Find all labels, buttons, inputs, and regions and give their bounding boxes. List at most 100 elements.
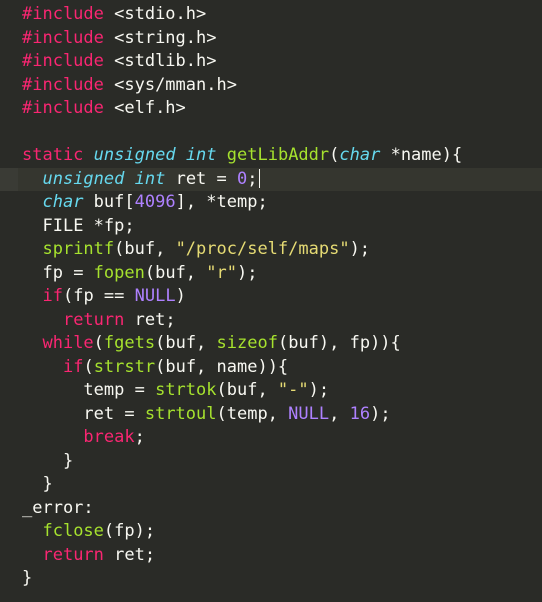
code-token-keyword: while bbox=[42, 333, 94, 353]
code-line[interactable]: if(fp == NULL) bbox=[0, 285, 542, 309]
code-token-keyword: #include bbox=[22, 51, 104, 71]
code-token-punct: <stdlib.h> bbox=[103, 51, 217, 71]
code-line[interactable]: } bbox=[0, 473, 542, 497]
code-token-punct: ; bbox=[134, 427, 145, 447]
code-line[interactable]: #include <elf.h> bbox=[0, 97, 542, 121]
code-token-punct: ( bbox=[329, 145, 340, 165]
code-token-punct bbox=[124, 169, 134, 189]
code-line[interactable]: char buf[4096], *temp; bbox=[0, 191, 542, 215]
code-token-keyword: break bbox=[83, 427, 135, 447]
code-line[interactable]: fclose(fp); bbox=[0, 520, 542, 544]
code-token-punct: ret = bbox=[165, 168, 237, 189]
code-line[interactable]: } bbox=[0, 567, 542, 591]
code-token-string: "r" bbox=[206, 262, 237, 283]
code-line[interactable]: _error: bbox=[0, 497, 542, 521]
code-token-punct: ) bbox=[175, 286, 186, 306]
code-token-keyword: #include bbox=[22, 4, 104, 24]
code-line[interactable]: ret = strtoul(temp, NULL, 16); bbox=[0, 403, 542, 427]
code-token-function: strtoul bbox=[144, 403, 217, 424]
code-line[interactable]: fp = fopen(buf, "r"); bbox=[0, 262, 542, 286]
code-token-number: 16 bbox=[349, 403, 371, 424]
code-token-type: int bbox=[185, 145, 217, 165]
code-token-type: unsigned bbox=[93, 145, 176, 165]
text-cursor bbox=[258, 169, 260, 188]
code-token-function: strtok bbox=[155, 380, 217, 400]
code-line[interactable]: while(fgets(buf, sizeof(buf), fp)){ bbox=[0, 332, 542, 356]
code-token-punct: temp = bbox=[83, 380, 156, 400]
code-token-number: 4096 bbox=[134, 192, 176, 212]
code-line[interactable]: sprintf(buf, "/proc/self/maps"); bbox=[0, 238, 542, 262]
code-token-string: "-" bbox=[277, 380, 309, 400]
code-token-string: "/proc/self/maps" bbox=[175, 239, 350, 259]
code-token-punct: ( bbox=[93, 333, 104, 353]
code-token-punct: } bbox=[22, 568, 33, 588]
code-editor[interactable]: #include <stdio.h> #include <string.h> #in… bbox=[0, 0, 542, 602]
code-token-punct: ret; bbox=[103, 544, 156, 565]
code-token-punct: (temp, bbox=[216, 403, 289, 424]
code-line[interactable]: #include <stdio.h> bbox=[0, 3, 542, 27]
code-token-function: strstr bbox=[93, 356, 156, 377]
code-line[interactable]: #include <string.h> bbox=[0, 27, 542, 51]
code-token-punct: ); bbox=[349, 239, 371, 259]
code-token-function: fgets bbox=[103, 333, 156, 353]
code-token-punct: FILE *fp; bbox=[42, 215, 135, 236]
code-token-function: fclose bbox=[42, 521, 104, 541]
code-token-punct: _error: bbox=[22, 497, 94, 518]
current-line-marker bbox=[0, 167, 18, 191]
code-token-function: fopen bbox=[93, 262, 145, 283]
code-token-type: unsigned bbox=[42, 168, 125, 189]
code-line[interactable]: break; bbox=[0, 426, 542, 450]
code-token-punct: , bbox=[329, 403, 350, 424]
code-token-number: 0 bbox=[237, 168, 248, 189]
code-line[interactable]: #include <sys/mman.h> bbox=[0, 74, 542, 98]
code-token-punct: (fp == bbox=[62, 286, 135, 306]
code-token-keyword: #include bbox=[22, 27, 104, 48]
code-token-punct: (buf, bbox=[216, 380, 278, 400]
code-token-keyword: #include bbox=[22, 98, 104, 118]
code-token-punct: <sys/mman.h> bbox=[103, 74, 237, 95]
code-token-punct: *name){ bbox=[380, 145, 463, 165]
code-token-type: char bbox=[42, 192, 84, 212]
code-line[interactable]: unsigned int ret = 0; bbox=[0, 167, 542, 191]
code-token-punct: ); bbox=[308, 380, 330, 400]
code-token-punct: ret; bbox=[124, 309, 176, 330]
code-line[interactable]: FILE *fp; bbox=[0, 215, 542, 239]
code-line[interactable]: temp = strtok(buf, "-"); bbox=[0, 379, 542, 403]
code-line[interactable] bbox=[0, 121, 542, 145]
code-token-keyword: return bbox=[62, 309, 125, 330]
code-token-punct: } bbox=[42, 474, 53, 494]
code-token-punct: } bbox=[62, 450, 74, 471]
code-token-punct bbox=[217, 145, 227, 165]
code-token-type: char bbox=[339, 145, 381, 165]
code-token-punct: buf[ bbox=[83, 192, 135, 212]
code-token-punct: (buf, bbox=[114, 239, 176, 259]
code-token-constant: NULL bbox=[288, 403, 330, 424]
code-token-function: getLibAddr bbox=[226, 145, 330, 165]
code-token-punct bbox=[176, 145, 186, 165]
code-token-keyword: if bbox=[42, 286, 63, 306]
code-token-keyword: return bbox=[42, 544, 104, 565]
code-token-punct: <string.h> bbox=[103, 27, 217, 48]
code-token-punct: ); bbox=[370, 403, 391, 424]
code-token-punct: ret = bbox=[83, 403, 145, 424]
code-line[interactable]: } bbox=[0, 450, 542, 474]
code-line[interactable]: if(strstr(buf, name)){ bbox=[0, 356, 542, 380]
code-token-punct: <stdio.h> bbox=[103, 4, 207, 24]
code-line[interactable]: return ret; bbox=[0, 309, 542, 333]
code-line[interactable]: return ret; bbox=[0, 544, 542, 568]
code-line[interactable]: static unsigned int getLibAddr(char *nam… bbox=[0, 144, 542, 168]
code-token-punct: (buf, bbox=[155, 333, 217, 353]
code-token-punct: ); bbox=[237, 262, 258, 283]
code-line[interactable]: #include <stdlib.h> bbox=[0, 50, 542, 74]
code-token-function: sizeof bbox=[216, 333, 278, 353]
